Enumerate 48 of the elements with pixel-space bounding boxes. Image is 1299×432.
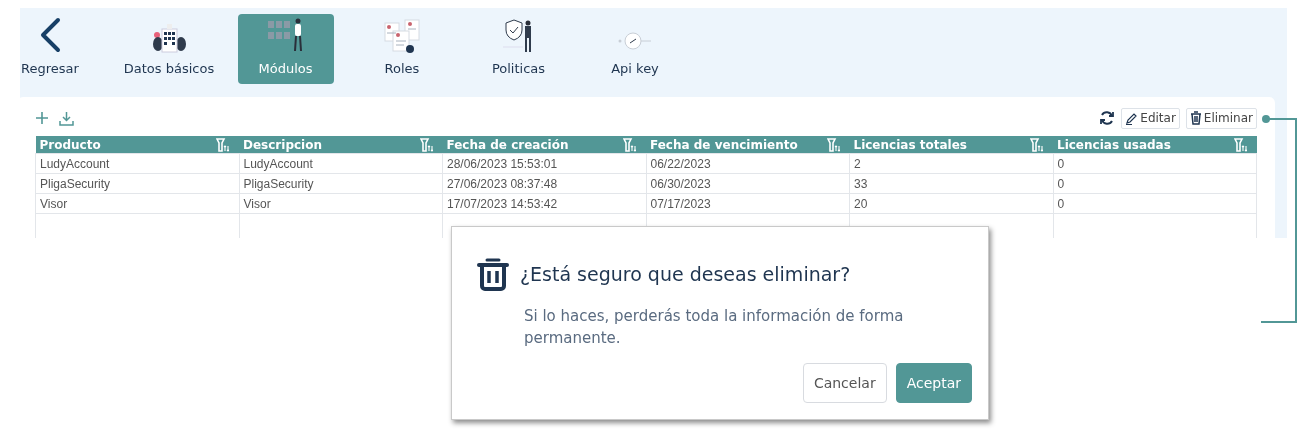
table-cell: LudyAccount (35, 153, 239, 174)
table-cell: 06/22/2023 (646, 153, 850, 174)
table-cell: 33 (849, 173, 1053, 194)
table-cell: 0 (1053, 153, 1257, 174)
table-cell: 2 (849, 153, 1053, 174)
column-header: Licencias usadas (1057, 137, 1171, 152)
tab[interactable]: Politicas (470, 14, 567, 84)
table-cell: 06/30/2023 (646, 173, 850, 194)
download-icon[interactable] (59, 110, 74, 126)
table-cell: 0 (1053, 173, 1257, 194)
column-header: Fecha de creación (446, 137, 569, 152)
filter-sort-icon (623, 137, 636, 152)
table-cell: 17/07/2023 14:53:42 (442, 193, 646, 214)
dialog-message: Si lo haces, perderás toda la información de forma permanente. (524, 306, 904, 349)
column-header: Descripcion (243, 137, 322, 152)
filter-sort-icon (216, 137, 229, 152)
cancel-button[interactable]: Cancelar (802, 363, 887, 403)
trash-icon (1189, 111, 1202, 125)
filter-sort-icon (1030, 137, 1043, 152)
tab[interactable]: Api key (587, 14, 683, 84)
building-icon (150, 21, 188, 53)
column-header: Licencias totales (853, 137, 967, 152)
table-cell: Visor (239, 193, 443, 214)
tab[interactable]: Roles (354, 14, 450, 84)
table-cell: 27/06/2023 08:37:48 (442, 173, 646, 194)
trash-icon (476, 257, 510, 291)
table-cell: LudyAccount (239, 153, 443, 174)
filter-sort-icon (1233, 137, 1247, 152)
back-button[interactable]: Regresar (20, 14, 80, 84)
table-cell: PligaSecurity (35, 173, 239, 194)
column-header: Fecha de vencimiento (650, 137, 798, 152)
edit-button[interactable]: Editar (1121, 107, 1180, 129)
table-cell: Visor (35, 193, 239, 214)
pencil-icon (1125, 111, 1139, 125)
table-cell: 0 (1053, 193, 1257, 214)
refresh-icon[interactable] (1099, 110, 1116, 126)
table-cell: 28/06/2023 15:53:01 (442, 153, 646, 174)
add-icon[interactable] (35, 111, 49, 125)
table-cell: PligaSecurity (239, 173, 443, 194)
table-cell: 20 (849, 193, 1053, 214)
dialog-title: ¿Está seguro que deseas eliminar? (520, 263, 851, 285)
filter-sort-icon (419, 137, 433, 152)
documents-icon (383, 19, 421, 53)
filter-sort-icon (826, 137, 840, 152)
delete-button[interactable]: Eliminar (1185, 107, 1257, 129)
tab[interactable]: Datos básicos (121, 14, 217, 84)
table-cell: 07/17/2023 (646, 193, 850, 214)
column-header: Producto (39, 137, 101, 152)
